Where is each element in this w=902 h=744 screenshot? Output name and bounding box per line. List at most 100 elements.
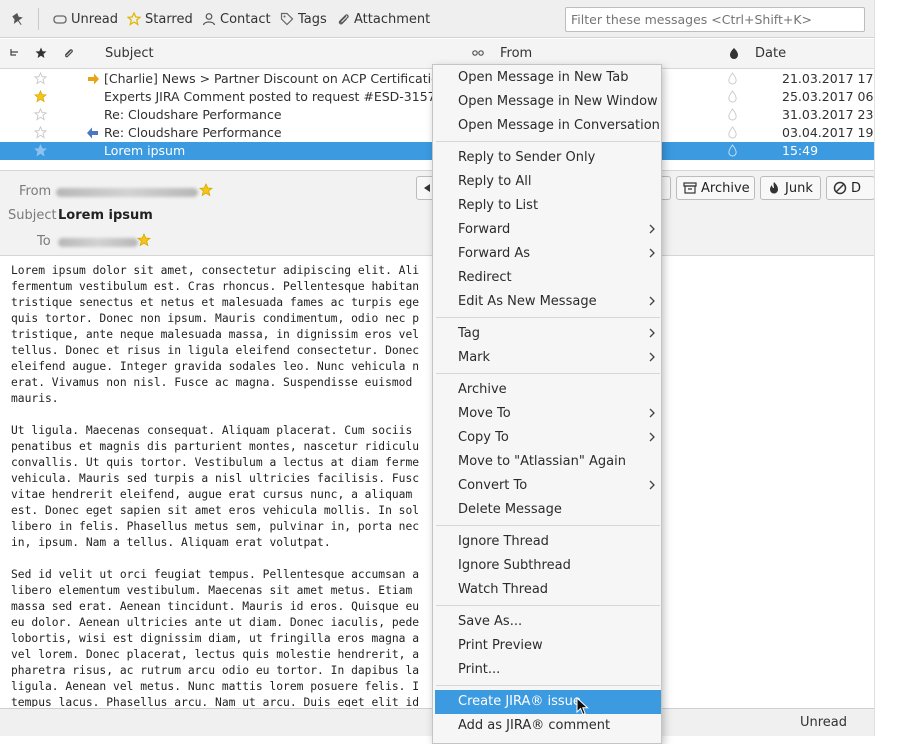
menu-item-mark[interactable]: Mark <box>435 346 661 370</box>
menu-separator <box>436 525 660 526</box>
read-status-icon[interactable] <box>727 126 738 139</box>
read-status-column-icon[interactable] <box>728 47 740 63</box>
menu-item-label: Delete Message <box>458 502 562 517</box>
archive-icon <box>683 182 697 194</box>
archive-button[interactable]: Archive <box>676 176 755 200</box>
menu-item-forward[interactable]: Forward <box>435 218 661 242</box>
menu-item-create-jira-issue[interactable]: Create JIRA® issue <box>435 690 661 714</box>
contact-filter-button[interactable]: Contact <box>202 8 271 30</box>
to-address-redacted[interactable] <box>58 238 138 247</box>
star-icon[interactable] <box>34 108 47 121</box>
delete-button-label: D <box>851 180 862 196</box>
archive-button-label: Archive <box>701 180 750 196</box>
message-date: 25.03.2017 06:43 <box>782 89 874 104</box>
menu-item-archive[interactable]: Archive <box>435 378 661 402</box>
menu-item-label: Print Preview <box>458 638 543 653</box>
pin-icon[interactable] <box>9 9 29 29</box>
chevron-right-icon <box>649 352 655 362</box>
menu-item-delete-message[interactable]: Delete Message <box>435 498 661 522</box>
menu-item-edit-as-new-message[interactable]: Edit As New Message <box>435 290 661 314</box>
starred-filter-label: Starred <box>145 11 193 27</box>
menu-item-open-message-in-new-tab[interactable]: Open Message in New Tab <box>435 66 661 90</box>
menu-item-convert-to[interactable]: Convert To <box>435 474 661 498</box>
menu-item-forward-as[interactable]: Forward As <box>435 242 661 266</box>
menu-item-tag[interactable]: Tag <box>435 322 661 346</box>
block-icon <box>833 181 847 195</box>
menu-item-label: Watch Thread <box>458 582 549 597</box>
message-subject: [Charlie] News > Partner Discount on ACP… <box>104 71 459 86</box>
read-status-icon[interactable] <box>727 72 738 85</box>
menu-separator <box>436 373 660 374</box>
read-status-icon[interactable] <box>727 90 738 103</box>
menu-item-print[interactable]: Print... <box>435 658 661 682</box>
menu-item-reply-to-sender-only[interactable]: Reply to Sender Only <box>435 146 661 170</box>
attachment-filter-button[interactable]: Attachment <box>336 8 430 30</box>
menu-separator <box>436 141 660 142</box>
from-address-redacted[interactable] <box>56 188 198 197</box>
menu-item-reply-to-all[interactable]: Reply to All <box>435 170 661 194</box>
attachment-column-icon[interactable] <box>62 47 74 63</box>
filter-messages-input[interactable] <box>565 7 865 32</box>
attachment-filter-label: Attachment <box>354 11 431 27</box>
star-icon[interactable] <box>34 90 47 103</box>
menu-item-label: Move to "Atlassian" Again <box>458 454 626 469</box>
menu-item-open-message-in-new-window[interactable]: Open Message in New Window <box>435 90 661 114</box>
menu-item-label: Create JIRA® issue <box>458 694 581 709</box>
chevron-right-icon <box>649 480 655 490</box>
from-column-header[interactable]: From <box>500 46 532 61</box>
toolbar-separator <box>38 8 39 30</box>
read-status-icon[interactable] <box>727 108 738 121</box>
menu-item-label: Ignore Subthread <box>458 558 571 573</box>
starred-filter-button[interactable]: Starred <box>127 8 193 30</box>
menu-item-ignore-subthread[interactable]: Ignore Subthread <box>435 554 661 578</box>
menu-item-label: Add as JIRA® comment <box>458 718 611 733</box>
subject-value: Lorem ipsum <box>58 208 153 223</box>
menu-item-save-as[interactable]: Save As... <box>435 610 661 634</box>
thread-column-icon[interactable] <box>9 47 21 63</box>
star-icon[interactable] <box>34 126 47 139</box>
starred-column-icon[interactable] <box>35 47 47 63</box>
message-date: 15:49 <box>782 143 819 158</box>
menu-item-add-as-jira-comment[interactable]: Add as JIRA® comment <box>435 714 661 738</box>
subject-column-header[interactable]: Subject <box>105 46 154 61</box>
menu-item-watch-thread[interactable]: Watch Thread <box>435 578 661 602</box>
correspondent-column-icon[interactable] <box>472 47 484 63</box>
contact-icon <box>202 13 216 26</box>
fire-icon <box>770 182 778 194</box>
menu-item-label: Forward As <box>458 246 531 261</box>
tags-filter-label: Tags <box>298 11 327 27</box>
read-status-icon[interactable] <box>727 144 738 157</box>
star-icon[interactable] <box>34 144 47 157</box>
unread-filter-button[interactable]: Unread <box>53 8 118 30</box>
chevron-right-icon <box>649 296 655 306</box>
menu-separator <box>436 605 660 606</box>
star-icon[interactable] <box>34 72 47 85</box>
menu-item-print-preview[interactable]: Print Preview <box>435 634 661 658</box>
unread-icon <box>53 15 67 24</box>
menu-item-reply-to-list[interactable]: Reply to List <box>435 194 661 218</box>
star-icon <box>127 12 141 26</box>
menu-item-redirect[interactable]: Redirect <box>435 266 661 290</box>
menu-item-ignore-thread[interactable]: Ignore Thread <box>435 530 661 554</box>
to-label: To <box>37 234 51 249</box>
menu-item-open-message-in-conversation[interactable]: Open Message in Conversation <box>435 114 661 138</box>
menu-item-copy-to[interactable]: Copy To <box>435 426 661 450</box>
tags-filter-button[interactable]: Tags <box>280 8 327 30</box>
star-icon[interactable] <box>199 183 213 197</box>
menu-item-label: Forward <box>458 222 511 237</box>
message-subject: Re: Cloudshare Performance <box>104 125 282 140</box>
junk-button[interactable]: Junk <box>760 176 821 200</box>
date-column-header[interactable]: Date <box>755 46 786 61</box>
menu-item-move-to-atlassian-again[interactable]: Move to "Atlassian" Again <box>435 450 661 474</box>
context-menu: Open Message in New Tab Open Message in N… <box>432 64 662 744</box>
message-subject: Experts JIRA Comment posted to request #… <box>104 89 444 104</box>
junk-button-label: Junk <box>785 180 813 196</box>
menu-item-label: Tag <box>458 326 481 341</box>
delete-button-partial[interactable]: D <box>826 176 874 200</box>
message-subject: Re: Cloudshare Performance <box>104 107 282 122</box>
star-icon[interactable] <box>137 233 151 247</box>
menu-item-move-to[interactable]: Move To <box>435 402 661 426</box>
menu-item-label: Mark <box>458 350 491 365</box>
menu-item-label: Open Message in New Tab <box>458 70 629 85</box>
menu-item-label: Edit As New Message <box>458 294 597 309</box>
